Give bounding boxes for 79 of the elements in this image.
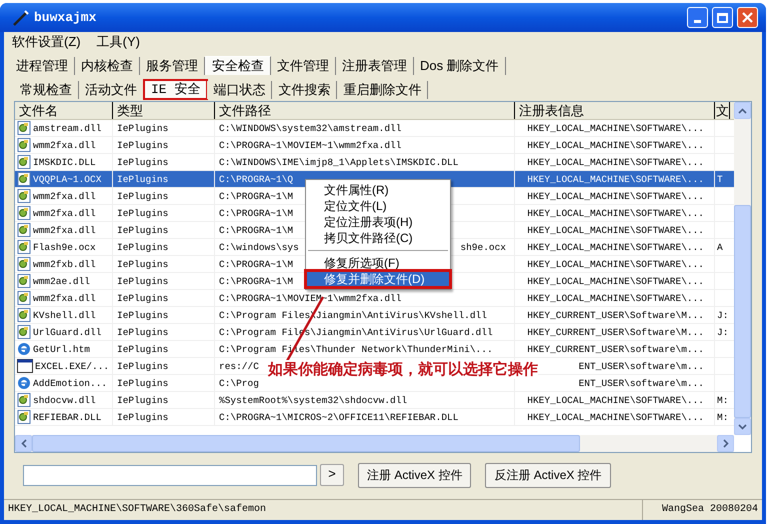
table-cell: IePlugins (117, 225, 168, 236)
table-cell: A (717, 242, 723, 253)
table-cell-text: HKEY_LOCAL_MACHINE\SOFTWARE\... (527, 207, 704, 221)
table-cell-text: HKEY_LOCAL_MACHINE\SOFTWARE\... (527, 275, 704, 289)
table-cell-text: wmm2fxb.dll (33, 258, 96, 272)
table-cell-text: C:\PROGRA~1\M (219, 275, 294, 289)
table-cell-text: C:\WINDOWS\system32\amstream.dll (219, 122, 402, 136)
table-cell-text: HKEY_LOCAL_MACHINE\SOFTWARE\... (527, 292, 704, 306)
table-cell: IePlugins (117, 361, 168, 372)
table-cell-text: sh9e.ocx (460, 241, 506, 255)
status-text: WangSea 20080204 (642, 500, 762, 520)
table-cell-text: wmm2fxa.dll (33, 224, 96, 238)
table-cell: M: (717, 395, 728, 406)
table-cell-text: GetUrl.htm (33, 342, 90, 356)
table-cell-text: C:\windows\sys (219, 241, 299, 255)
table-cell-text: ENT_USER\software\m... (578, 377, 704, 391)
table-cell-text: REFIEBAR.DLL (33, 410, 102, 424)
table-cell: J: (717, 310, 728, 321)
table-cell: IePlugins (117, 208, 168, 219)
table-cell-text: C:\PROGRA~1\Q (219, 173, 294, 187)
table-cell-text: VQQPLA~1.OCX (33, 172, 102, 186)
table-cell-text: HKEY_CURRENT_USER\Software\M... (527, 326, 704, 340)
window-title: buwxajmx (34, 8, 98, 27)
table-cell-text: C:\PROGRA~1\M (219, 207, 294, 221)
table-cell-text: HKEY_LOCAL_MACHINE\SOFTWARE\... (527, 139, 704, 153)
table-cell-text: wmm2fxa.dll (33, 206, 96, 220)
table-cell: IePlugins (117, 310, 168, 321)
status-text: HKEY_LOCAL_MACHINE\SOFTWARE\360Safe\safemon (7, 502, 268, 517)
table-cell-text: HKEY_LOCAL_MACHINE\SOFTWARE\... (527, 411, 704, 425)
table-cell: IePlugins (117, 123, 168, 134)
table-cell-text: C:\Prog (219, 377, 259, 391)
table-cell-text: C:\PROGRA~1\M (219, 224, 294, 238)
table-cell-text: C:\PROGRA~1\MICROS~2\OFFICE11\REFIEBAR.DLL (219, 411, 458, 425)
table-cell-text: wmm2fxa.dll (33, 292, 96, 306)
table-cell-text: wmm2fxa.dll (33, 190, 96, 204)
table-cell-text: %SystemRoot%\system32\shdocvw.dll (219, 394, 408, 408)
table-cell-text: C:\PROGRA~1\MOVIEM~1\wmm2fxa.dll (219, 139, 402, 153)
annotation-text: 如果你能确定病毒项，就可以选择它操作 (268, 360, 538, 379)
table-cell-text: HKEY_LOCAL_MACHINE\SOFTWARE\... (527, 258, 704, 272)
table-cell: IePlugins (117, 395, 168, 406)
table-cell: IePlugins (117, 378, 168, 389)
table-cell: IePlugins (117, 157, 168, 168)
table-cell: IePlugins (117, 174, 168, 185)
table-cell: IePlugins (117, 191, 168, 202)
table-cell-text: wmm2ae.dll (33, 274, 90, 288)
table-cell-text: AddEmotion... (33, 376, 108, 390)
table-cell: M: (717, 412, 728, 423)
table-cell: IePlugins (117, 259, 168, 270)
table-cell-text: C:\PROGRA~1\M (219, 190, 294, 204)
table-cell-text: EXCEL.EXE/... (35, 360, 110, 374)
table-cell-text: Flash9e.ocx (33, 240, 96, 254)
table-cell-text: wmm2fxa.dll (33, 138, 96, 152)
table-cell-text: amstream.dll (33, 122, 102, 136)
table-cell: IePlugins (117, 293, 168, 304)
table-cell-text: IMSKDIC.DLL (33, 156, 96, 170)
table-cell: IePlugins (117, 140, 168, 151)
table-cell-text: HKEY_LOCAL_MACHINE\SOFTWARE\... (527, 122, 704, 136)
table-cell-text: C:\PROGRA~1\M (219, 258, 294, 272)
table-cell-text: HKEY_LOCAL_MACHINE\SOFTWARE\... (527, 241, 704, 255)
table-cell: IePlugins (117, 242, 168, 253)
table-cell: IePlugins (117, 412, 168, 423)
table-cell-text: res://C (219, 360, 259, 374)
table-cell-text: HKEY_LOCAL_MACHINE\SOFTWARE\... (527, 173, 704, 187)
table-cell: IePlugins (117, 344, 168, 355)
table-cell-text: KVshell.dll (33, 308, 96, 322)
table-cell: T (717, 174, 723, 185)
table-cell: IePlugins (117, 327, 168, 338)
table-cell-text: HKEY_LOCAL_MACHINE\SOFTWARE\... (527, 394, 704, 408)
table-cell-text: UrlGuard.dll (33, 326, 102, 340)
table-cell-text: ENT_USER\software\m... (578, 360, 704, 374)
table-cell-text: HKEY_LOCAL_MACHINE\SOFTWARE\... (527, 156, 704, 170)
table-cell-text: HKEY_LOCAL_MACHINE\SOFTWARE\... (527, 224, 704, 238)
table-cell-text: HKEY_CURRENT_USER\Software\M... (527, 309, 704, 323)
table-cell-text: HKEY_LOCAL_MACHINE\SOFTWARE\... (527, 190, 704, 204)
table-cell-text: shdocvw.dll (33, 394, 96, 408)
table-cell-text: C:\WINDOWS\IME\imjp8_1\Applets\IMSKDIC.DLL (219, 156, 458, 170)
table-cell-text: HKEY_CURRENT_USER\software\m... (527, 343, 704, 357)
table-cell: J: (717, 327, 728, 338)
table-cell: IePlugins (117, 276, 168, 287)
